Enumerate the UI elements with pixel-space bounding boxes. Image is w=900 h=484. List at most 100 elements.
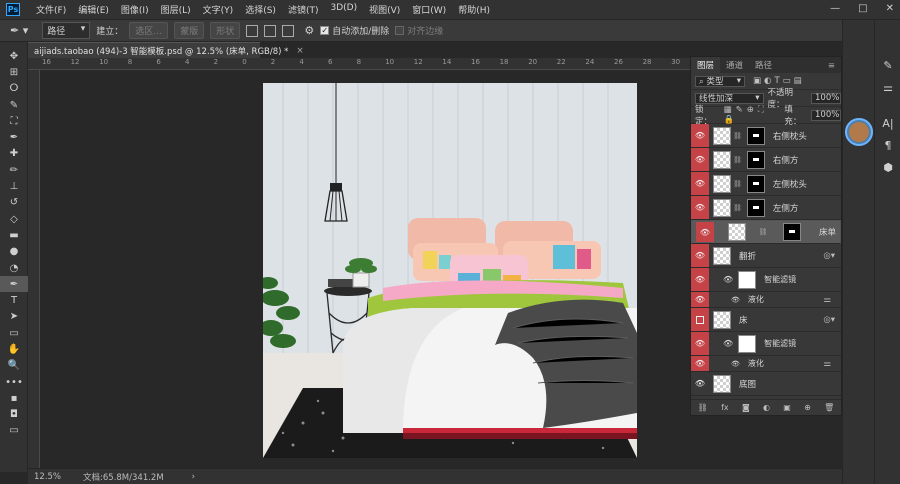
shape-button[interactable]: 形状 <box>210 22 241 39</box>
brush-settings-icon[interactable]: ✎ <box>875 54 900 76</box>
fill-input[interactable]: 100% <box>811 109 841 121</box>
tab-channels[interactable]: 通道 <box>720 57 749 73</box>
mask-link-icon[interactable]: ⛓ <box>759 228 768 236</box>
status-menu-arrow-icon[interactable]: › <box>192 472 195 482</box>
layer-thumbnail[interactable] <box>713 174 731 193</box>
gear-icon[interactable]: ⚙ <box>304 24 314 37</box>
healing-brush-tool-icon[interactable]: ✚ <box>0 146 28 162</box>
selection-button[interactable]: 选区… <box>129 22 169 39</box>
layer-row[interactable]: 👁 ⛓ 床单 <box>691 220 841 244</box>
clone-stamp-tool-icon[interactable]: ⊥ <box>0 178 28 194</box>
visibility-eye-icon[interactable]: 👁 <box>696 222 714 242</box>
document-canvas-image[interactable] <box>263 83 637 458</box>
document-tab[interactable]: aijiads.taobao (494)-3 智能模板.psd @ 12.5% … <box>28 42 304 58</box>
layer-row[interactable]: 👁 👁 液化 ⚌ <box>691 356 841 372</box>
layer-row[interactable]: 👁 ⛓ 左侧枕头 <box>691 172 841 196</box>
visibility-eye-icon[interactable]: 👁 <box>691 372 709 395</box>
mask-link-icon[interactable]: ⛓ <box>733 180 742 188</box>
layer-row[interactable]: 👁 👁 液化 ⚌ <box>691 292 841 308</box>
menu-item-4[interactable]: 文字(Y) <box>197 3 240 16</box>
layer-row[interactable]: 👁 ⛓ 右侧枕头 <box>691 124 841 148</box>
eyedropper-tool-icon[interactable]: ✒ <box>0 129 28 145</box>
panel-menu-icon[interactable]: ≡ <box>822 59 841 73</box>
rectangle-tool-icon[interactable]: ▭ <box>0 325 28 341</box>
quick-mask-icon[interactable]: ◘ <box>0 407 28 423</box>
dodge-tool-icon[interactable]: ◔ <box>0 260 28 276</box>
visibility-eye-icon[interactable]: 👁 <box>691 292 709 307</box>
layer-row[interactable]: 👁 底图 <box>691 372 841 396</box>
layer-thumbnail[interactable] <box>713 374 731 393</box>
color-swatches-icon[interactable]: ▪ <box>0 390 28 406</box>
maximize-button[interactable]: □ <box>858 3 867 14</box>
mask-link-icon[interactable]: ⛓ <box>733 132 742 140</box>
tab-paths[interactable]: 路径 <box>749 57 778 73</box>
brush-tool-icon[interactable]: ✏ <box>0 162 28 178</box>
smart-filter-mask-thumbnail[interactable] <box>738 270 757 289</box>
paragraph-icon[interactable]: ¶ <box>875 134 900 156</box>
layer-row[interactable]: 👁 👁 智能滤镜 <box>691 268 841 292</box>
visibility-eye-icon[interactable]: 👁 <box>691 332 709 355</box>
smart-filter-mask-thumbnail[interactable] <box>738 334 757 353</box>
vertical-ruler[interactable] <box>28 70 40 468</box>
layer-thumbnail[interactable] <box>713 198 731 217</box>
move-tool-icon[interactable]: ✥ <box>0 48 28 64</box>
align-edges-checkbox[interactable]: 对齐边缘 <box>395 24 443 37</box>
layer-thumbnail[interactable] <box>728 223 747 241</box>
path-alignment-icon[interactable] <box>264 24 277 37</box>
more-tools-icon[interactable]: ••• <box>0 374 28 390</box>
layer-row[interactable]: 👁 翻折 ◎▾ <box>691 244 841 268</box>
tab-layers[interactable]: 图层 <box>691 57 721 73</box>
menu-item-0[interactable]: 文件(F) <box>30 3 72 16</box>
minimize-button[interactable]: — <box>830 3 840 14</box>
layer-mask-thumbnail[interactable] <box>746 174 765 193</box>
mask-button[interactable]: 蒙版 <box>174 22 205 39</box>
path-operations-icon[interactable] <box>246 24 259 37</box>
opacity-input[interactable]: 100% <box>811 92 841 104</box>
quick-select-tool-icon[interactable]: ✎ <box>0 97 28 113</box>
layer-thumbnail[interactable] <box>713 310 731 329</box>
layer-mask-thumbnail[interactable] <box>746 198 765 217</box>
layer-thumbnail[interactable] <box>713 246 731 265</box>
filter-visibility-icon[interactable]: 👁 <box>723 339 733 348</box>
adjustments-icon[interactable]: ⚌ <box>875 76 900 98</box>
path-select-tool-icon[interactable]: ➤ <box>0 309 28 325</box>
pen-tool-preset-icon[interactable]: ✒ ▾ <box>10 24 28 37</box>
layer-row[interactable]: 👁 ⛓ 左侧方 <box>691 196 841 220</box>
menu-item-6[interactable]: 滤镜(T) <box>282 3 325 16</box>
layer-mask-thumbnail[interactable] <box>746 126 765 145</box>
gradient-tool-icon[interactable]: ▬ <box>0 227 28 243</box>
history-brush-tool-icon[interactable]: ↺ <box>0 195 28 211</box>
visibility-eye-icon[interactable]: 👁 <box>691 196 709 219</box>
filter-icons[interactable]: ▣◐T▭▤ <box>753 76 805 86</box>
layer-thumbnail[interactable] <box>713 126 731 145</box>
zoom-level[interactable]: 12.5% <box>34 472 61 482</box>
type-tool-icon[interactable]: T <box>0 292 28 308</box>
screen-mode-icon[interactable]: ▭ <box>0 423 28 439</box>
menu-item-7[interactable]: 3D(D) <box>324 3 363 16</box>
lock-icons[interactable]: ▦✎⊕⛶🔒 <box>724 105 781 125</box>
visibility-eye-icon[interactable] <box>691 308 709 331</box>
menu-item-10[interactable]: 帮助(H) <box>452 3 496 16</box>
layer-row[interactable]: 床 ◎▾ <box>691 308 841 332</box>
visibility-eye-icon[interactable]: 👁 <box>691 148 709 171</box>
adjustment-icon[interactable]: ◐ <box>763 403 770 412</box>
artboard-tool-icon[interactable]: ⊞ <box>0 64 28 80</box>
blur-tool-icon[interactable]: ● <box>0 244 28 260</box>
mask-link-icon[interactable]: ⛓ <box>733 156 742 164</box>
menu-item-9[interactable]: 窗口(W) <box>406 3 452 16</box>
filter-options-icon[interactable]: ⚌ <box>823 359 831 369</box>
close-document-icon[interactable]: × <box>296 46 303 56</box>
layer-mask-thumbnail[interactable] <box>746 150 765 169</box>
filter-options-icon[interactable]: ⚌ <box>823 295 831 305</box>
tool-mode-select[interactable]: 路径 ▾ <box>42 22 91 39</box>
pen-tool-icon[interactable]: ✒ <box>0 276 28 293</box>
path-arrangement-icon[interactable] <box>282 24 295 37</box>
avatar[interactable] <box>845 118 873 146</box>
menu-item-2[interactable]: 图像(I) <box>115 3 155 16</box>
lasso-tool-icon[interactable]: ⵔ <box>0 81 28 97</box>
eraser-tool-icon[interactable]: ◇ <box>0 211 28 227</box>
blend-mode-select[interactable]: 线性加深 ▾ <box>695 92 764 104</box>
layer-thumbnail[interactable] <box>713 150 731 169</box>
visibility-eye-icon[interactable]: 👁 <box>691 356 709 371</box>
auto-add-delete-checkbox[interactable]: ✓ 自动添加/删除 <box>320 24 389 37</box>
